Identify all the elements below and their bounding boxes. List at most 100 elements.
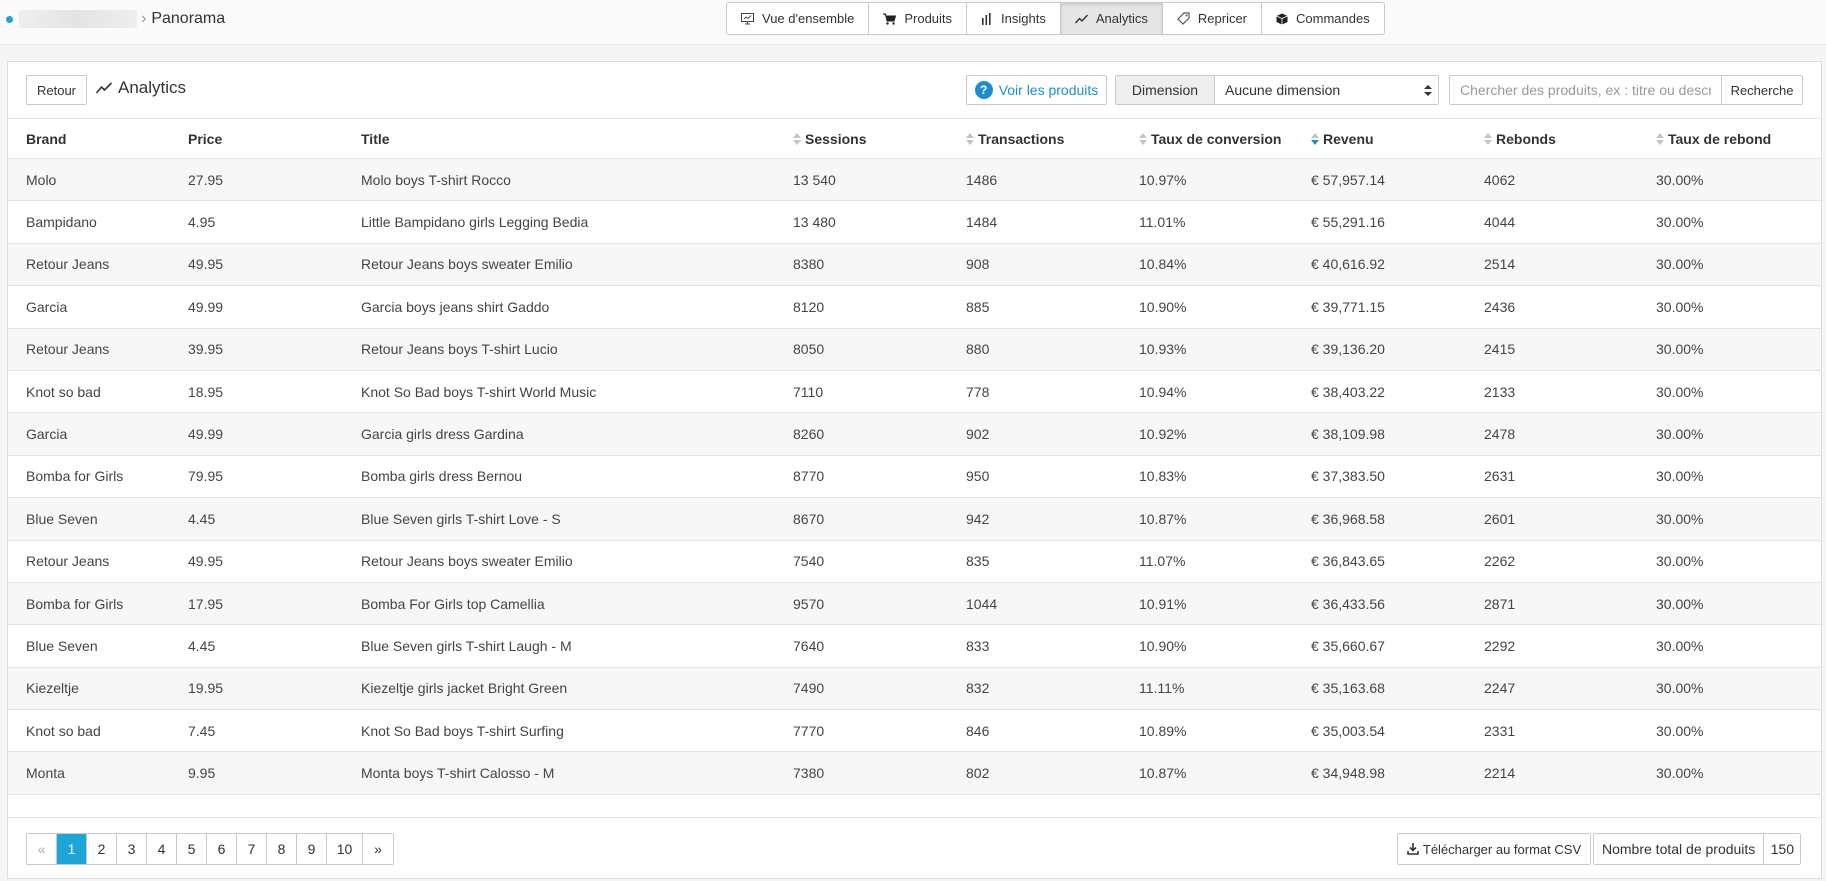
cell-transactions: 885 [966,298,990,315]
table-row[interactable]: Retour Jeans 39.95 Retour Jeans boys T-shi… [8,328,1821,371]
tab-commandes[interactable]: Commandes [1262,3,1384,34]
pagination-page[interactable]: 9 [297,834,327,864]
dimension-value: Aucune dimension [1225,82,1341,98]
table-row[interactable]: Bomba for Girls 79.95 Bomba girls dress Be… [8,455,1821,499]
cell-bounces: 4044 [1484,214,1516,231]
table-row[interactable]: Garcia 49.99 Garcia boys jeans shirt Gaddo… [8,286,1821,329]
tag-icon [1177,12,1190,25]
column-header-bounces[interactable]: Rebonds [1484,119,1556,159]
column-header-conversion-rate[interactable]: Taux de conversion [1139,119,1281,159]
pagination-page[interactable]: 1 [57,834,87,864]
cell-title: Retour Jeans boys sweater Emilio [361,553,573,570]
tab-label: Produits [904,11,953,26]
cell-sessions: 8670 [793,510,825,527]
tab-vue-ensemble[interactable]: Vue d'ensemble [727,3,870,34]
cell-bounce-rate: 30.00% [1656,553,1704,570]
cell-sessions: 8120 [793,298,825,315]
cell-transactions: 1484 [966,214,998,231]
cell-title: Garcia boys jeans shirt Gaddo [361,298,550,315]
table-row[interactable]: Kiezeltje 19.95 Kiezeltje girls jacket Bri… [8,667,1821,711]
cell-price: 19.95 [188,680,224,697]
table-row[interactable]: Blue Seven 4.45 Blue Seven girls T-shirt L… [8,498,1821,541]
search-input[interactable] [1449,75,1721,105]
panel-header: Retour Analytics ? Voir les produits Dim… [8,62,1821,119]
column-header-sessions[interactable]: Sessions [793,119,866,159]
tab-produits[interactable]: Produits [869,3,968,34]
table-row[interactable]: Blue Seven 4.45 Blue Seven girls T-shirt L… [8,625,1821,668]
pagination-page[interactable]: 8 [267,834,297,864]
pagination-page[interactable]: 10 [327,834,363,864]
cell-revenue: € 34,948.98 [1311,765,1385,782]
cell-bounce-rate: 30.00% [1656,722,1704,739]
cell-conversion-rate: 10.91% [1139,595,1187,612]
cell-price: 49.95 [188,256,224,273]
pagination-next[interactable]: » [363,834,393,864]
cell-bounce-rate: 30.00% [1656,298,1704,315]
search-button[interactable]: Recherche [1721,75,1803,105]
table-row[interactable]: Molo 27.95 Molo boys T-shirt Rocco 13 540 14… [8,159,1821,202]
tab-analytics[interactable]: Analytics [1060,3,1163,34]
cell-bounces: 2292 [1484,637,1516,654]
cell-revenue: € 36,843.65 [1311,553,1385,570]
tab-label: Vue d'ensemble [762,11,855,26]
cell-title: Retour Jeans boys sweater Emilio [361,256,573,273]
cell-price: 4.45 [188,637,216,654]
table-row[interactable]: Knot so bad 7.45 Knot So Bad boys T-shirt … [8,710,1821,753]
pagination-page[interactable]: 3 [117,834,147,864]
cell-brand: Bampidano [26,214,97,231]
cell-revenue: € 35,163.68 [1311,680,1385,697]
cell-title: Little Bampidano girls Legging Bedia [361,214,589,231]
cell-bounces: 2262 [1484,553,1516,570]
dimension-select[interactable]: Aucune dimension [1215,76,1438,104]
column-header-transactions[interactable]: Transactions [966,119,1064,159]
cell-transactions: 1486 [966,171,998,188]
breadcrumb-redacted-item[interactable] [19,10,137,28]
column-header-label: Price [188,131,223,147]
view-products-button[interactable]: ? Voir les produits [966,75,1107,105]
table-row[interactable]: Monta 9.95 Monta boys T-shirt Calosso - M 7… [8,752,1821,795]
table-row[interactable]: Bomba for Girls 17.95 Bomba For Girls top … [8,582,1821,626]
cell-title: Knot So Bad boys T-shirt Surfing [361,722,564,739]
table-row[interactable]: Knot so bad 18.95 Knot So Bad boys T-shirt… [8,370,1821,414]
cell-sessions: 8050 [793,341,825,358]
pagination-page[interactable]: 2 [87,834,117,864]
table-row[interactable]: Bampidano 4.95 Little Bampidano girls Legg… [8,201,1821,244]
cell-bounce-rate: 30.00% [1656,171,1704,188]
line-chart-icon [1074,14,1088,23]
back-button[interactable]: Retour [26,75,87,105]
cell-bounces: 2631 [1484,468,1516,485]
tab-repricer[interactable]: Repricer [1163,3,1263,34]
cell-price: 17.95 [188,595,224,612]
table-row[interactable]: Retour Jeans 49.95 Retour Jeans boys sweat… [8,243,1821,287]
column-header-label: Brand [26,131,67,147]
cell-conversion-rate: 10.93% [1139,341,1187,358]
pagination-page[interactable]: 5 [177,834,207,864]
cell-revenue: € 38,403.22 [1311,383,1385,400]
cell-price: 4.45 [188,510,216,527]
table-row[interactable]: Garcia 49.99 Garcia girls dress Gardina 826… [8,413,1821,456]
cell-price: 49.99 [188,298,224,315]
column-header-revenue[interactable]: Revenu [1311,119,1374,159]
cell-conversion-rate: 11.01% [1139,214,1186,231]
cell-title: Kiezeltje girls jacket Bright Green [361,680,568,697]
cell-bounce-rate: 30.00% [1656,341,1704,358]
cell-revenue: € 39,771.15 [1311,298,1385,315]
pagination-prev[interactable]: « [27,834,57,864]
column-header-bounce-rate[interactable]: Taux de rebond [1656,119,1771,159]
tab-insights[interactable]: Insights [967,3,1061,34]
total-products-value: 150 [1770,841,1794,857]
analytics-table: Brand Price Title Sessions Transactions Taux … [8,119,1821,795]
cell-brand: Garcia [26,298,68,315]
table-row[interactable]: Retour Jeans 49.95 Retour Jeans boys sweat… [8,540,1821,583]
cell-title: Garcia girls dress Gardina [361,426,524,443]
pagination-page[interactable]: 4 [147,834,177,864]
cell-sessions: 8770 [793,468,825,485]
cell-sessions: 13 480 [793,214,836,231]
pagination-page[interactable]: 6 [207,834,237,864]
tab-label: Insights [1001,11,1046,26]
pagination-page[interactable]: 7 [237,834,267,864]
download-csv-button[interactable]: Télécharger au format CSV [1397,833,1591,865]
cell-transactions: 942 [966,510,990,527]
cell-title: Knot So Bad boys T-shirt World Music [361,383,597,400]
cell-bounce-rate: 30.00% [1656,510,1704,527]
